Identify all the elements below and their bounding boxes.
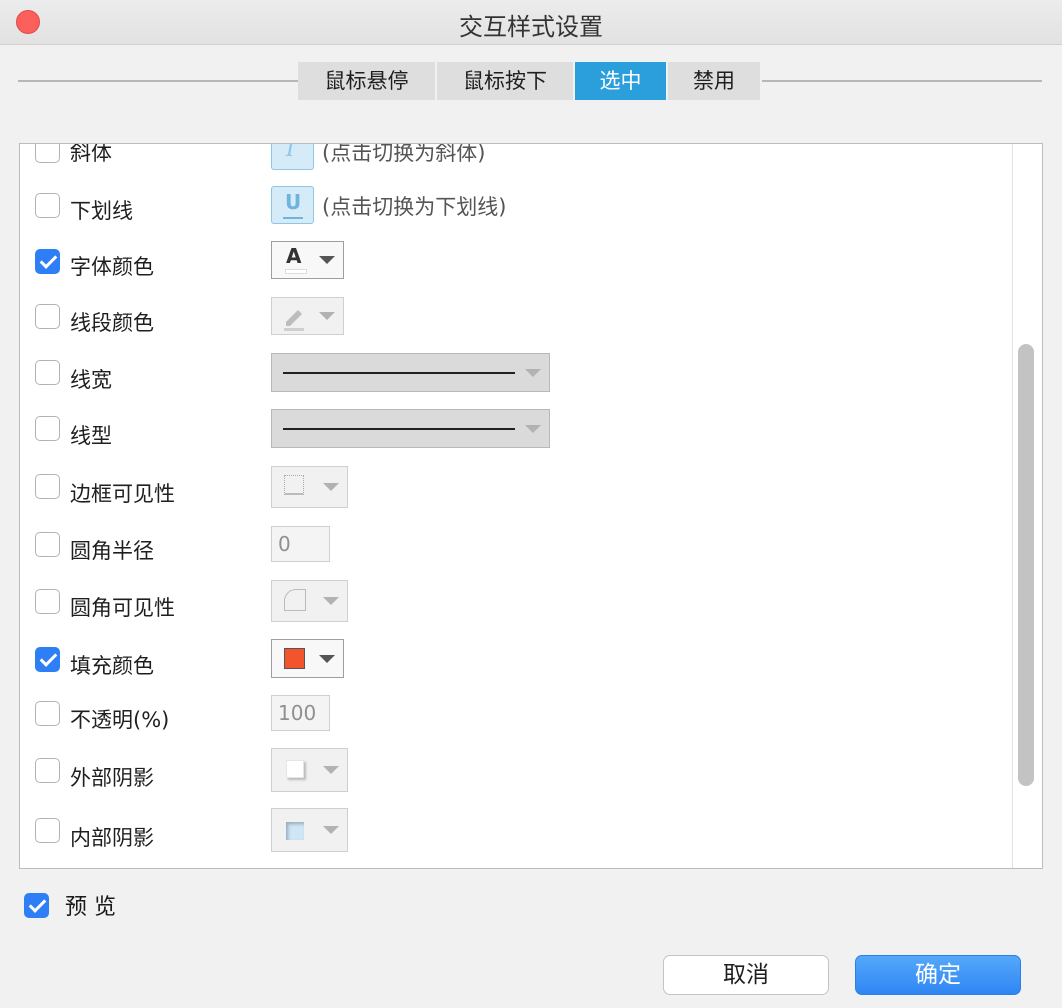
inner-shadow-checkbox[interactable]	[35, 818, 60, 843]
chevron-down-icon	[319, 312, 335, 320]
corner-radius-checkbox[interactable]	[35, 532, 60, 557]
opacity-label: 不透明(%)	[70, 708, 170, 732]
row-border-visibility: 边框可见性	[20, 462, 1010, 518]
corner-visibility-dropdown[interactable]	[271, 580, 348, 622]
tab-divider-left	[18, 80, 298, 82]
fill-color-dropdown[interactable]	[271, 639, 344, 678]
chevron-down-icon	[323, 766, 339, 774]
line-width-checkbox[interactable]	[35, 360, 60, 385]
line-style-sample	[283, 427, 515, 430]
border-visibility-label: 边框可见性	[70, 482, 175, 506]
preview-label: 预 览	[65, 895, 116, 920]
tab-selected[interactable]: 选中	[575, 62, 666, 100]
tab-disabled[interactable]: 禁用	[668, 62, 760, 100]
pen-icon	[284, 310, 304, 331]
corner-visibility-checkbox[interactable]	[35, 589, 60, 614]
underline-checkbox[interactable]	[35, 193, 60, 218]
outer-shadow-label: 外部阴影	[70, 766, 154, 790]
corner-radius-label: 圆角半径	[70, 539, 154, 563]
tab-mouse-hover[interactable]: 鼠标悬停	[298, 62, 435, 100]
underline-toggle-button[interactable]: U	[271, 186, 314, 224]
row-line-width: 线宽	[20, 349, 1010, 405]
line-style-checkbox[interactable]	[35, 416, 60, 441]
line-style-label: 线型	[70, 424, 112, 448]
underline-hint: (点击切换为下划线)	[322, 195, 507, 219]
inner-shadow-label: 内部阴影	[70, 826, 154, 850]
opacity-input[interactable]: 100	[271, 695, 330, 731]
chevron-down-icon	[525, 368, 541, 377]
style-options-panel: 斜体 I (点击切换为斜体) 下划线 U (点击切换为下划线) 字体颜色 A 线…	[19, 143, 1043, 869]
rounded-corner-icon	[284, 589, 306, 611]
window-title: 交互样式设置	[459, 13, 603, 41]
chevron-down-icon	[319, 256, 335, 264]
line-color-checkbox[interactable]	[35, 304, 60, 329]
line-width-dropdown[interactable]	[271, 353, 550, 392]
inner-shadow-icon	[286, 822, 304, 840]
font-color-swatch	[285, 269, 307, 274]
preview-checkbox[interactable]	[24, 893, 49, 918]
row-corner-visibility: 圆角可见性	[20, 576, 1010, 632]
line-color-dropdown[interactable]	[271, 297, 344, 335]
vertical-scrollbar[interactable]	[1018, 344, 1034, 786]
row-underline: 下划线 U (点击切换为下划线)	[20, 181, 1010, 237]
font-color-label: 字体颜色	[70, 255, 154, 279]
fill-color-swatch	[284, 648, 305, 669]
line-color-label: 线段颜色	[70, 311, 154, 335]
outer-shadow-dropdown[interactable]	[271, 748, 348, 792]
underline-icon: U	[285, 190, 302, 214]
border-visibility-checkbox[interactable]	[35, 474, 60, 499]
row-line-style: 线型	[20, 405, 1010, 461]
fill-color-label: 填充颜色	[70, 654, 154, 678]
italic-icon: I	[286, 143, 295, 162]
font-color-icon: A	[286, 244, 302, 268]
line-width-label: 线宽	[70, 368, 112, 392]
tab-divider-right	[762, 80, 1042, 82]
row-line-color: 线段颜色	[20, 292, 1010, 348]
underline-bar	[283, 217, 303, 219]
italic-label: 斜体	[70, 143, 112, 165]
chevron-down-icon	[323, 826, 339, 834]
tab-bar: 鼠标悬停 鼠标按下 选中 禁用	[298, 62, 762, 100]
italic-checkbox[interactable]	[35, 144, 60, 163]
fill-color-checkbox[interactable]	[35, 647, 60, 672]
border-visibility-dropdown[interactable]	[271, 466, 348, 508]
opacity-checkbox[interactable]	[35, 701, 60, 726]
row-outer-shadow: 外部阴影	[20, 746, 1010, 802]
tab-mouse-down[interactable]: 鼠标按下	[437, 62, 573, 100]
corner-radius-input[interactable]: 0	[271, 526, 330, 562]
outer-shadow-icon	[286, 760, 304, 778]
scroll-track-divider	[1012, 144, 1013, 868]
row-opacity: 不透明(%) 100	[20, 689, 1010, 745]
line-width-sample	[283, 371, 515, 374]
chevron-down-icon	[323, 597, 339, 605]
chevron-down-icon	[323, 483, 339, 491]
row-inner-shadow: 内部阴影	[20, 804, 1010, 860]
font-color-dropdown[interactable]: A	[271, 241, 344, 279]
row-font-color: 字体颜色 A	[20, 236, 1010, 292]
chevron-down-icon	[525, 424, 541, 433]
inner-shadow-dropdown[interactable]	[271, 808, 348, 852]
underline-label: 下划线	[70, 199, 133, 223]
row-italic: 斜体 I (点击切换为斜体)	[20, 143, 1010, 182]
chevron-down-icon	[319, 654, 335, 663]
corner-visibility-label: 圆角可见性	[70, 596, 175, 620]
border-dotted-icon	[284, 475, 304, 495]
title-bar: 交互样式设置	[0, 0, 1062, 45]
ok-button[interactable]: 确定	[855, 955, 1021, 995]
font-color-checkbox[interactable]	[35, 249, 60, 274]
outer-shadow-checkbox[interactable]	[35, 758, 60, 783]
italic-hint: (点击切换为斜体)	[322, 143, 486, 165]
cancel-button[interactable]: 取消	[663, 955, 829, 995]
line-style-dropdown[interactable]	[271, 409, 550, 448]
row-fill-color: 填充颜色	[20, 634, 1010, 690]
row-corner-radius: 圆角半径 0	[20, 520, 1010, 576]
italic-toggle-button[interactable]: I	[271, 143, 314, 170]
